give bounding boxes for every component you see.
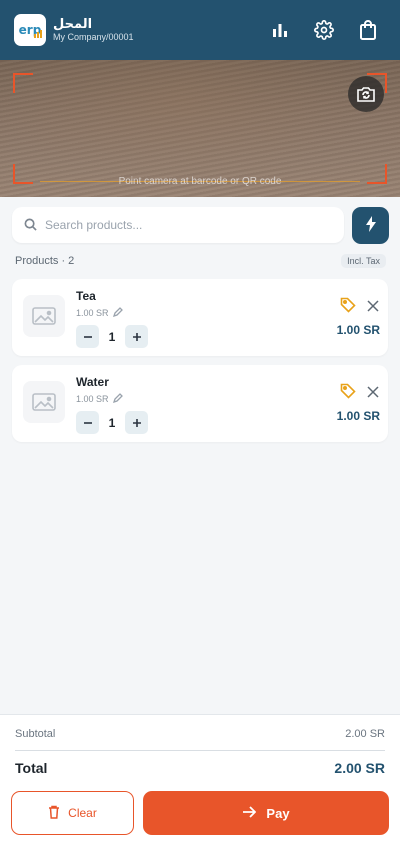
- subtotal-value: 2.00 SR: [345, 728, 385, 740]
- app-logo: erp: [14, 14, 46, 46]
- scan-frame-corner: [13, 73, 33, 93]
- flash-toggle-button[interactable]: [352, 207, 389, 244]
- quantity-value: 1: [108, 415, 116, 430]
- divider: [15, 750, 385, 751]
- discount-tag-icon[interactable]: [340, 297, 356, 317]
- total-row: Total 2.00 SR: [15, 760, 385, 776]
- subtotal-row: Subtotal 2.00 SR: [15, 728, 385, 740]
- unit-price-value: 1.00 SR: [76, 394, 109, 404]
- product-image-placeholder: [23, 295, 65, 337]
- subtotal-label: Subtotal: [15, 728, 56, 740]
- product-unit-price[interactable]: 1.00 SR: [76, 307, 123, 319]
- pencil-icon[interactable]: [112, 393, 123, 405]
- app-header: erp المحل My Company/00001: [0, 0, 400, 60]
- quantity-value: 1: [108, 329, 116, 344]
- pencil-icon[interactable]: [112, 307, 123, 319]
- camera-switch-icon[interactable]: [348, 76, 384, 112]
- search-icon: [24, 216, 37, 235]
- clear-button[interactable]: Clear: [11, 791, 134, 835]
- increase-quantity-button[interactable]: [125, 411, 148, 434]
- quantity-stepper: 1: [76, 325, 148, 348]
- pay-button[interactable]: Pay: [143, 791, 389, 835]
- lightning-icon: [365, 215, 377, 236]
- remove-item-icon[interactable]: [367, 383, 379, 402]
- company-name: My Company/00001: [53, 32, 134, 43]
- decrease-quantity-button[interactable]: [76, 325, 99, 348]
- scanner-hint: Point camera at barcode or QR code: [118, 176, 282, 187]
- store-info: المحل My Company/00001: [53, 17, 134, 43]
- products-count: Products · 2: [15, 255, 75, 267]
- store-name: المحل: [53, 16, 93, 32]
- trash-icon: [48, 805, 60, 822]
- discount-tag-icon[interactable]: [340, 383, 356, 403]
- product-name: Water: [76, 375, 109, 389]
- item-total: 1.00 SR: [336, 409, 380, 423]
- quantity-stepper: 1: [76, 411, 148, 434]
- decrease-quantity-button[interactable]: [76, 411, 99, 434]
- cart-item: Water 1.00 SR 1 1.00 SR: [12, 365, 388, 442]
- increase-quantity-button[interactable]: [125, 325, 148, 348]
- cart-item: Tea 1.00 SR 1 1.00 SR: [12, 279, 388, 356]
- barcode-scanner-view[interactable]: Point camera at barcode or QR code: [0, 60, 400, 197]
- product-name: Tea: [76, 289, 96, 303]
- product-image-placeholder: [23, 381, 65, 423]
- remove-item-icon[interactable]: [367, 297, 379, 316]
- arrow-right-icon: [242, 805, 257, 821]
- product-unit-price[interactable]: 1.00 SR: [76, 393, 123, 405]
- search-input[interactable]: [45, 218, 315, 232]
- gear-icon[interactable]: [312, 18, 336, 42]
- item-total: 1.00 SR: [336, 323, 380, 337]
- logo-bars: [34, 30, 42, 38]
- pay-label: Pay: [266, 805, 290, 821]
- search-bar[interactable]: [12, 207, 344, 243]
- unit-price-value: 1.00 SR: [76, 308, 109, 318]
- clear-label: Clear: [68, 806, 97, 820]
- total-value: 2.00 SR: [334, 760, 385, 776]
- bar-chart-icon[interactable]: [268, 18, 292, 42]
- shopping-bag-icon[interactable]: [356, 18, 380, 42]
- checkout-footer: Subtotal 2.00 SR Total 2.00 SR Clear Pay: [0, 714, 400, 849]
- tax-badge: Incl. Tax: [341, 254, 386, 268]
- total-label: Total: [15, 760, 48, 776]
